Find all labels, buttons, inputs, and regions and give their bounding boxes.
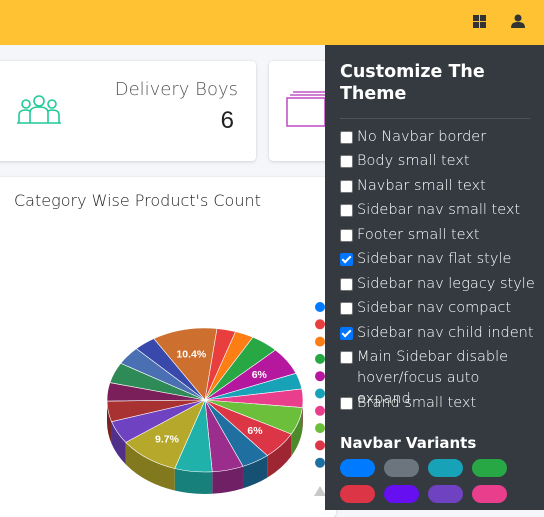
checkbox[interactable] [340,351,353,364]
navbar-variant-swatch[interactable] [428,485,463,503]
checkbox[interactable] [340,131,353,144]
option-sidebar-nav-child-indent[interactable]: Sidebar nav child indent [340,323,535,344]
checkbox[interactable] [340,229,353,242]
checkbox[interactable] [340,397,353,410]
checkbox[interactable] [340,180,353,193]
checkbox[interactable] [340,327,353,340]
option-no-navbar-border[interactable]: No Navbar border [340,127,535,148]
navbar-variant-swatch[interactable] [472,459,507,477]
navbar-variants-title: Navbar Variants [340,434,476,452]
customize-sidebar: Customize The Theme No Navbar border Body… [325,45,544,510]
option-label: Sidebar nav compact [357,298,511,319]
option-sidebar-nav-compact[interactable]: Sidebar nav compact [340,298,535,319]
option-label: Sidebar nav small text [357,200,520,221]
checkbox[interactable] [340,278,353,291]
navbar-variant-swatch[interactable] [472,485,507,503]
top-navbar [0,0,544,45]
option-label: Brand small text [357,393,476,414]
navbar-variant-swatch[interactable] [340,485,375,503]
checkbox[interactable] [340,204,353,217]
folder-stack-icon [286,89,328,134]
option-label: No Navbar border [357,127,486,148]
option-sidebar-nav-legacy-style[interactable]: Sidebar nav legacy style [340,274,535,295]
option-navbar-small-text[interactable]: Navbar small text [340,176,535,197]
option-label: Sidebar nav legacy style [357,274,535,295]
option-label: Navbar small text [357,176,486,197]
checkbox[interactable] [340,302,353,315]
sidebar-title: Customize The Theme [340,61,520,105]
delivery-boys-card: Delivery Boys 6 [0,61,256,161]
navbar-variant-swatch[interactable] [384,485,419,503]
stat-value: 6 [221,107,234,135]
chart-card [0,177,336,517]
users-group-icon [16,93,62,130]
apps-grid-icon[interactable] [471,13,487,29]
navbar-variant-swatch[interactable] [384,459,419,477]
option-footer-small-text[interactable]: Footer small text [340,225,535,246]
option-sidebar-nav-small-text[interactable]: Sidebar nav small text [340,200,535,221]
navbar-variant-swatch[interactable] [428,459,463,477]
option-label: Sidebar nav flat style [357,249,511,270]
stat-title: Delivery Boys [115,79,238,100]
option-label: Footer small text [357,225,480,246]
divider [340,118,530,119]
option-body-small-text[interactable]: Body small text [340,151,535,172]
checkbox[interactable] [340,155,353,168]
chart-title: Category Wise Product's Count [14,191,261,210]
option-brand-small-text[interactable]: Brand small text [340,393,535,414]
option-label: Sidebar nav child indent [357,323,534,344]
user-icon[interactable] [510,13,526,29]
option-label: Body small text [357,151,470,172]
navbar-variant-swatch[interactable] [340,459,375,477]
option-sidebar-nav-flat-style[interactable]: Sidebar nav flat style [340,249,535,270]
checkbox[interactable] [340,253,353,266]
